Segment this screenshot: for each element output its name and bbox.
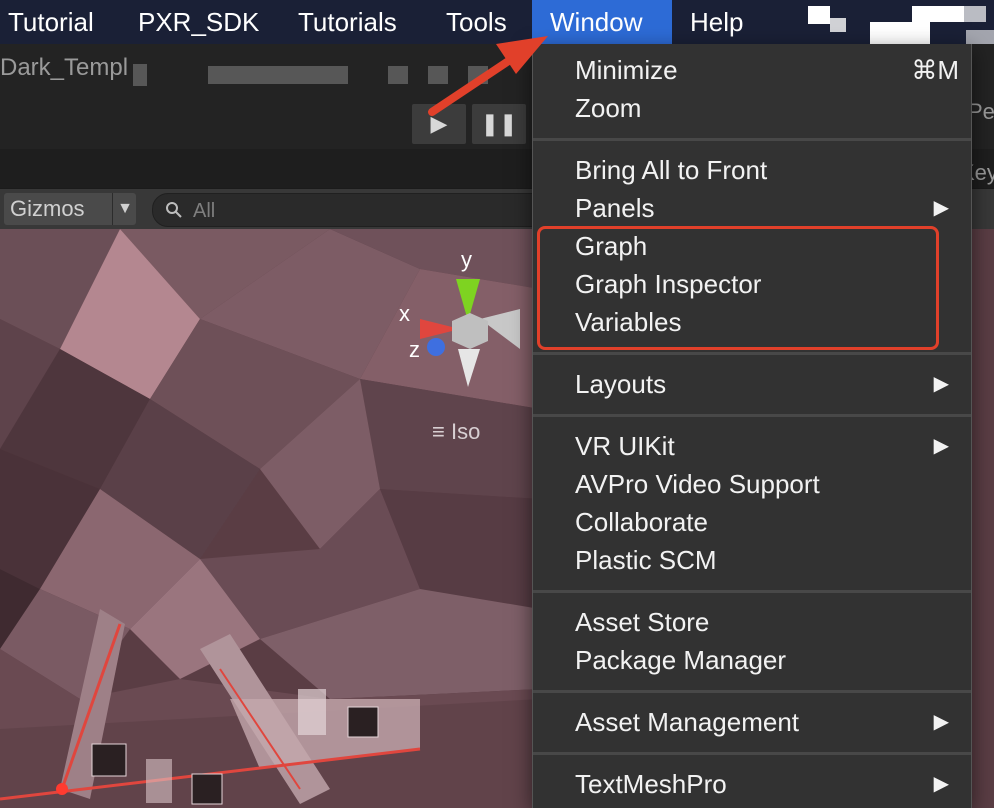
menubar-tools[interactable]: Tools	[438, 0, 515, 44]
menu-item-label: Plastic SCM	[575, 545, 717, 575]
menu-item-bring-all-to-front[interactable]: Bring All to Front	[533, 151, 971, 189]
menubar-help[interactable]: Help	[682, 0, 751, 44]
search-icon	[163, 198, 185, 225]
menu-item-textmeshpro[interactable]: TextMeshPro ▶	[533, 765, 971, 803]
submenu-arrow-icon: ▶	[933, 197, 949, 219]
menu-item-label: Asset Management	[575, 707, 800, 737]
menu-separator	[533, 352, 971, 355]
menu-item-minimize[interactable]: Minimize ⌘M	[533, 51, 971, 89]
menu-item-label: Panels	[575, 193, 655, 223]
redacted-block	[468, 66, 488, 84]
gizmos-label: Gizmos	[10, 196, 85, 221]
pause-button[interactable]: ❚❚	[472, 104, 526, 144]
menu-item-label: Zoom	[575, 93, 642, 123]
projection-toggle[interactable]: ≡ Iso	[432, 419, 480, 445]
chevron-down-icon[interactable]: ▼	[112, 193, 137, 225]
menu-item-collaborate[interactable]: Collaborate	[533, 503, 971, 541]
shortcut-label: ⌘M	[911, 55, 959, 85]
redacted-block	[133, 64, 147, 86]
redacted-block	[388, 66, 408, 84]
menubar-pxr-sdk[interactable]: PXR_SDK	[130, 0, 267, 44]
gizmo-z-label: z	[409, 337, 420, 362]
menu-item-avpro-video-support[interactable]: AVPro Video Support	[533, 465, 971, 503]
menu-item-label: VR UIKit	[575, 431, 675, 461]
menu-item-label: AVPro Video Support	[575, 469, 820, 499]
gizmo-y-label: y	[461, 247, 472, 272]
menu-item-label: Minimize	[575, 55, 678, 85]
menu-separator	[533, 752, 971, 755]
menu-item-panels[interactable]: Panels ▶	[533, 189, 971, 227]
submenu-arrow-icon: ▶	[933, 435, 949, 457]
submenu-arrow-icon: ▶	[933, 773, 949, 795]
menu-separator	[533, 590, 971, 593]
menu-item-label: Bring All to Front	[575, 155, 768, 185]
gizmo-x-label: x	[399, 301, 410, 326]
redacted-block	[208, 66, 348, 84]
menu-item-plastic-scm[interactable]: Plastic SCM	[533, 541, 971, 579]
menu-separator	[533, 414, 971, 417]
play-icon: ▶	[430, 111, 448, 136]
menu-item-vr-uikit[interactable]: VR UIKit ▶	[533, 427, 971, 465]
menu-item-label: Package Manager	[575, 645, 787, 675]
menu-item-label: Layouts	[575, 369, 667, 399]
menu-item-asset-management[interactable]: Asset Management ▶	[533, 703, 971, 741]
submenu-arrow-icon: ▶	[933, 711, 949, 733]
menu-item-label: Asset Store	[575, 607, 710, 637]
scene-name: Dark_Templ	[0, 54, 129, 81]
menu-lines-icon: ≡	[432, 419, 445, 444]
pause-icon: ❚❚	[480, 111, 518, 136]
menu-separator	[533, 690, 971, 693]
projection-label: Iso	[450, 419, 481, 444]
play-button[interactable]: ▶	[412, 104, 466, 144]
gizmos-dropdown[interactable]: Gizmos ▼	[4, 193, 136, 225]
menu-item-label: Collaborate	[575, 507, 708, 537]
menu-item-zoom[interactable]: Zoom	[533, 89, 971, 127]
menu-separator	[533, 138, 971, 141]
search-input[interactable]	[191, 196, 495, 226]
menu-item-asset-store[interactable]: Asset Store	[533, 603, 971, 641]
menubar-window[interactable]: Window	[532, 0, 672, 44]
menubar-tutorial[interactable]: Tutorial	[0, 0, 102, 44]
annotation-highlight-box	[537, 226, 939, 350]
menu-bar: Tutorial PXR_SDK Tutorials Tools Window …	[0, 0, 994, 44]
menu-item-layouts[interactable]: Layouts ▶	[533, 365, 971, 403]
menubar-tutorials[interactable]: Tutorials	[290, 0, 405, 44]
search-field[interactable]	[152, 193, 574, 227]
submenu-arrow-icon: ▶	[933, 373, 949, 395]
redacted-block	[428, 66, 448, 84]
window-menu: Minimize ⌘M Zoom Bring All to Front Pane…	[532, 44, 972, 808]
menu-item-package-manager[interactable]: Package Manager	[533, 641, 971, 679]
menu-item-label: TextMeshPro	[575, 769, 727, 799]
